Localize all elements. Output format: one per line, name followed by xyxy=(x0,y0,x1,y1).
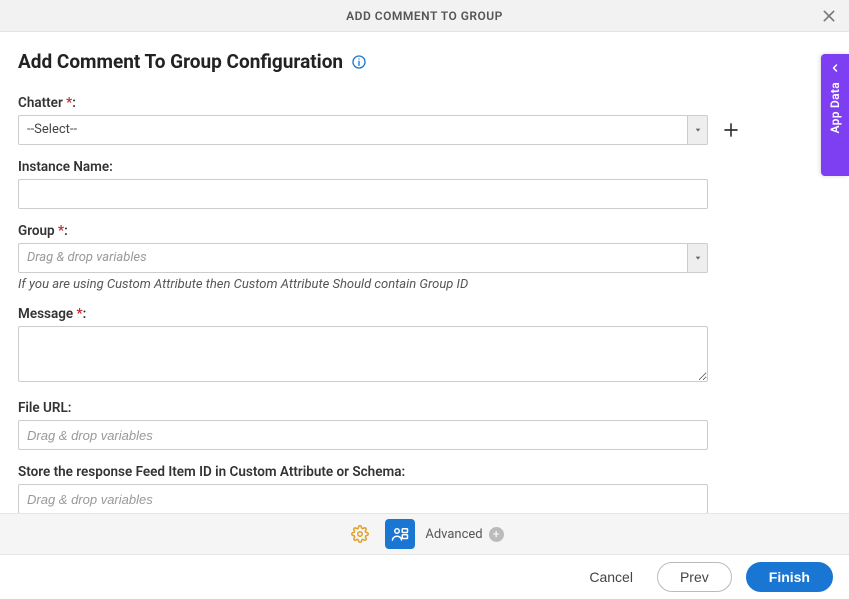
file-url-label: File URL: xyxy=(18,400,831,416)
field-file-url: File URL: xyxy=(18,400,831,450)
settings-button[interactable] xyxy=(345,519,375,549)
field-chatter: Chatter *: --Select-- xyxy=(18,95,831,145)
finish-button[interactable]: Finish xyxy=(746,562,833,592)
drawer-label: App Data xyxy=(828,82,842,133)
footer: Cancel Prev Finish xyxy=(0,555,849,599)
field-message: Message *: xyxy=(18,306,831,386)
field-store-response: Store the response Feed Item ID in Custo… xyxy=(18,464,831,514)
app-data-drawer-tab[interactable]: App Data xyxy=(821,54,849,176)
add-chatter-button[interactable] xyxy=(718,117,744,143)
label-colon: : xyxy=(83,306,87,322)
info-icon[interactable] xyxy=(351,54,367,70)
group-label: Group *: xyxy=(18,223,831,239)
advanced-toggle[interactable]: Advanced + xyxy=(425,527,503,542)
instance-name-input[interactable] xyxy=(18,179,708,209)
titlebar: ADD COMMENT TO GROUP xyxy=(0,0,849,32)
close-button[interactable] xyxy=(817,4,841,28)
page-title: Add Comment To Group Configuration xyxy=(18,50,343,73)
plus-circle-icon: + xyxy=(489,527,504,542)
file-url-input[interactable] xyxy=(18,420,708,450)
chevron-left-icon xyxy=(829,62,841,74)
people-icon xyxy=(391,525,409,543)
group-label-text: Group xyxy=(18,223,55,239)
group-hint: If you are using Custom Attribute then C… xyxy=(18,277,831,292)
field-instance-name: Instance Name: xyxy=(18,159,831,209)
message-label-text: Message xyxy=(18,306,73,322)
label-colon: : xyxy=(64,223,68,239)
gear-icon xyxy=(351,525,369,543)
message-label: Message *: xyxy=(18,306,831,322)
store-response-label: Store the response Feed Item ID in Custo… xyxy=(18,464,831,480)
advanced-label: Advanced xyxy=(425,527,482,542)
instance-name-label: Instance Name: xyxy=(18,159,831,175)
cancel-button[interactable]: Cancel xyxy=(579,563,643,591)
prev-button[interactable]: Prev xyxy=(657,562,732,592)
bottom-toolbar: Advanced + xyxy=(0,513,849,555)
group-view-button[interactable] xyxy=(385,519,415,549)
content-area: Add Comment To Group Configuration Chatt… xyxy=(0,32,849,514)
field-group: Group *: Drag & drop variables If you ar… xyxy=(18,223,831,292)
chatter-label-text: Chatter xyxy=(18,95,63,111)
chatter-row: --Select-- xyxy=(18,115,831,145)
chevron-down-icon xyxy=(687,116,707,144)
message-textarea[interactable] xyxy=(18,326,708,382)
dialog-window: ADD COMMENT TO GROUP App Data Add Commen… xyxy=(0,0,849,599)
store-response-input[interactable] xyxy=(18,484,708,514)
titlebar-title: ADD COMMENT TO GROUP xyxy=(346,9,503,23)
plus-icon xyxy=(722,121,740,139)
group-placeholder: Drag & drop variables xyxy=(19,244,707,271)
chatter-selected-value: --Select-- xyxy=(19,116,707,143)
page-heading: Add Comment To Group Configuration xyxy=(18,50,831,73)
close-icon xyxy=(821,8,837,24)
chevron-down-icon xyxy=(687,244,707,272)
group-select[interactable]: Drag & drop variables xyxy=(18,243,708,273)
chatter-label: Chatter *: xyxy=(18,95,831,111)
label-colon: : xyxy=(72,95,76,111)
chatter-select[interactable]: --Select-- xyxy=(18,115,708,145)
